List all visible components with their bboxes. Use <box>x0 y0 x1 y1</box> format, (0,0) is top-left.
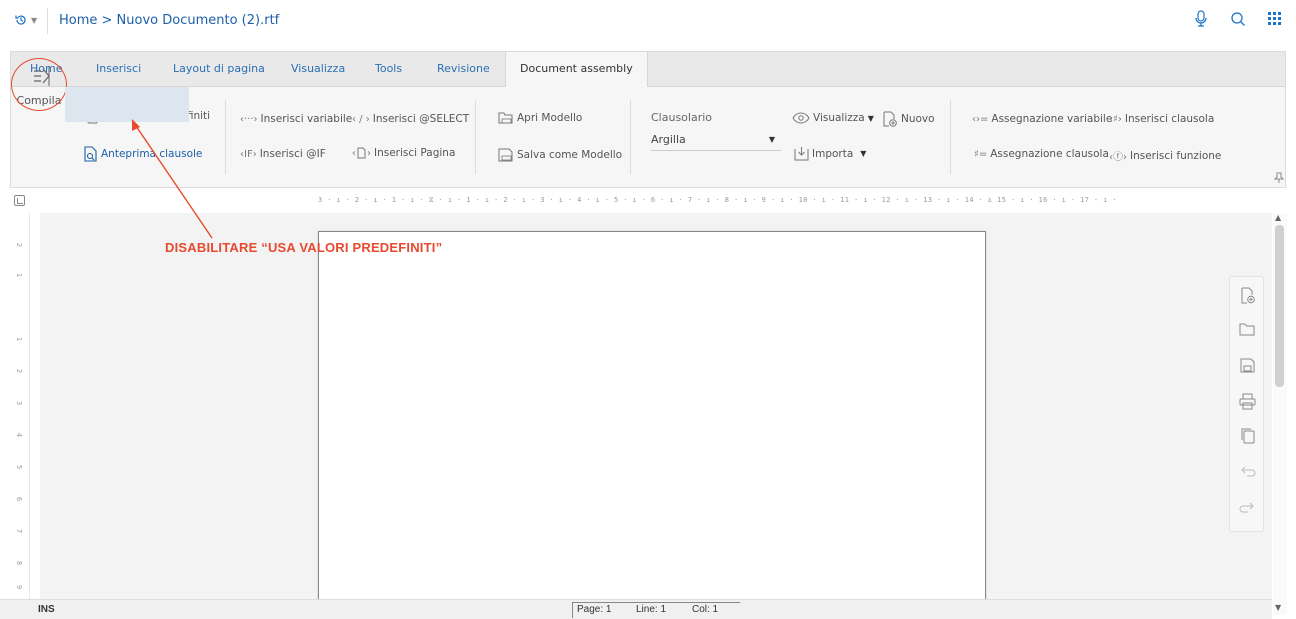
annotation-text: DISABILITARE “USA VALORI PREDEFINITI” <box>165 240 443 255</box>
annotation-arrow <box>132 119 213 239</box>
